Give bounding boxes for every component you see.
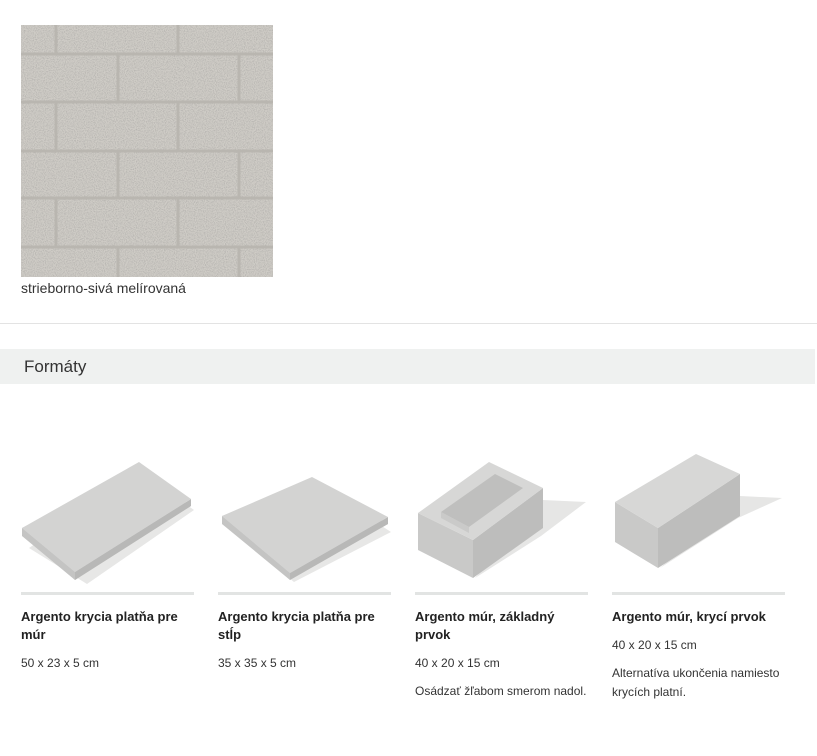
product-name[interactable]: Argento krycia platňa pre múr — [21, 608, 194, 644]
card-divider — [415, 592, 588, 595]
wall-base-block-image[interactable] — [415, 440, 588, 588]
swatch-color-name: strieborno-sivá melírovaná — [21, 280, 186, 296]
product-card[interactable]: Argento krycia platňa pre stĺp 35 x 35 x… — [218, 440, 391, 672]
wall-capping-slab-image[interactable] — [21, 440, 194, 588]
formats-section-header: Formáty — [0, 349, 815, 384]
product-name[interactable]: Argento múr, základný prvok — [415, 608, 588, 644]
brick-texture — [21, 25, 273, 277]
product-note: Alternatíva ukončenia namiesto krycích p… — [612, 666, 780, 699]
product-note: Osádzať žľabom smerom nadol. — [415, 684, 587, 698]
card-divider — [612, 592, 785, 595]
product-card[interactable]: Argento múr, krycí prvok 40 x 20 x 15 cm… — [612, 440, 785, 702]
product-card[interactable]: Argento krycia platňa pre múr 50 x 23 x … — [21, 440, 194, 672]
pillar-capping-slab-image[interactable] — [218, 440, 391, 588]
product-dimensions: 50 x 23 x 5 cm — [21, 656, 100, 670]
product-name[interactable]: Argento krycia platňa pre stĺp — [218, 608, 391, 644]
wall-cover-block-image[interactable] — [612, 440, 785, 588]
section-divider — [0, 323, 817, 324]
color-swatch-image[interactable] — [21, 25, 273, 277]
section-title: Formáty — [24, 357, 87, 376]
card-divider — [21, 592, 194, 595]
product-card[interactable]: Argento múr, základný prvok 40 x 20 x 15… — [415, 440, 588, 701]
product-name[interactable]: Argento múr, krycí prvok — [612, 608, 785, 626]
product-dimensions: 40 x 20 x 15 cm — [612, 638, 697, 652]
card-divider — [218, 592, 391, 595]
product-dimensions: 40 x 20 x 15 cm — [415, 656, 500, 670]
product-dimensions: 35 x 35 x 5 cm — [218, 656, 297, 670]
